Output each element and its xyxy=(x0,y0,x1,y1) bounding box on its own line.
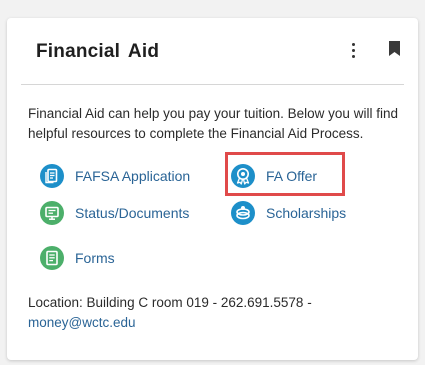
card-title: Financial Aid xyxy=(36,41,160,62)
email-link[interactable]: money@wctc.edu xyxy=(28,315,136,330)
card-description: Financial Aid can help you pay your tuit… xyxy=(28,106,398,141)
fafsa-application-label: FAFSA Application xyxy=(75,168,191,184)
status-documents-label: Status/Documents xyxy=(75,205,190,221)
financial-aid-card: Financial Aid Financial Aid can help you… xyxy=(7,18,418,360)
status-documents-link[interactable]: Status/Documents xyxy=(40,200,189,226)
scholarships-link[interactable]: Scholarships xyxy=(231,200,346,226)
forms-label: Forms xyxy=(75,250,115,266)
documents-icon xyxy=(40,201,64,225)
header-divider xyxy=(21,84,404,85)
forms-icon xyxy=(40,246,64,270)
scholarship-icon xyxy=(231,201,255,225)
fa-offer-label: FA Offer xyxy=(266,168,318,184)
location-text: Location: Building C room 019 - 262.691.… xyxy=(28,295,312,310)
location-info: Location: Building C room 019 - 262.691.… xyxy=(28,293,413,333)
bookmark-icon[interactable] xyxy=(389,41,400,56)
forms-link[interactable]: Forms xyxy=(40,245,115,271)
offer-ribbon-icon xyxy=(231,164,255,188)
application-icon xyxy=(40,164,64,188)
scholarships-label: Scholarships xyxy=(266,205,347,221)
fa-offer-link[interactable]: FA Offer xyxy=(231,163,317,189)
card-header: Financial Aid xyxy=(7,18,418,84)
fafsa-application-link[interactable]: FAFSA Application xyxy=(40,163,190,189)
more-options-icon[interactable] xyxy=(346,40,362,60)
